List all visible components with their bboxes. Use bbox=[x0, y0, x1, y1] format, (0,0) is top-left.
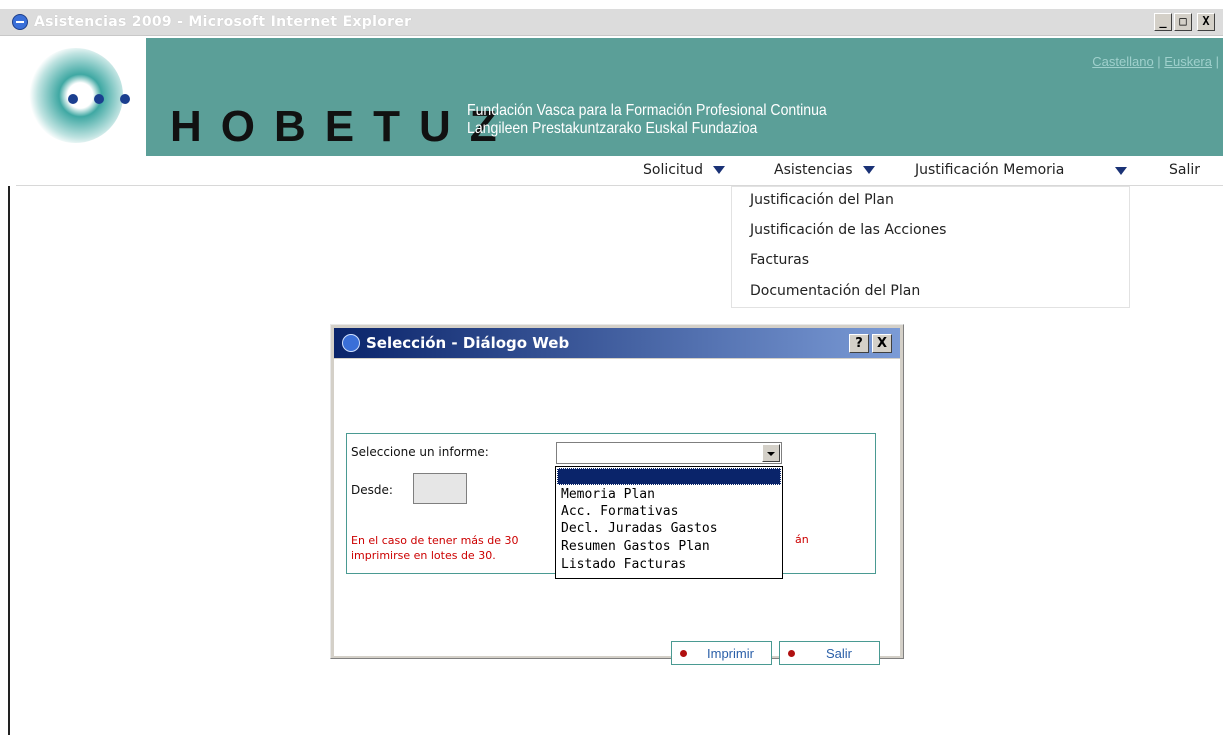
internet-explorer-icon bbox=[12, 14, 28, 30]
print-button[interactable]: Imprimir bbox=[671, 641, 772, 665]
close-dialog-button[interactable]: X bbox=[872, 334, 892, 353]
desde-label: Desde: bbox=[351, 483, 393, 497]
asistencias-submenu: Justificación del Plan Justificación de … bbox=[731, 186, 1130, 308]
dialog-title: Selección - Diálogo Web bbox=[366, 334, 570, 352]
window-titlebar: Asistencias 2009 - Microsoft Internet Ex… bbox=[0, 9, 1223, 36]
bullet-icon bbox=[680, 650, 687, 657]
menu-justificacion-memoria[interactable]: Justificación Memoria bbox=[915, 162, 1064, 178]
desde-input[interactable] bbox=[413, 473, 467, 504]
menu-solicitud[interactable]: Solicitud bbox=[643, 162, 726, 178]
menu-bar: Solicitud Asistencias Justificación Memo… bbox=[16, 156, 1223, 186]
menu-solicitud-label: Solicitud bbox=[643, 162, 704, 178]
select-report-label: Seleccione un informe: bbox=[351, 445, 489, 459]
dropdown-arrow-icon[interactable] bbox=[762, 444, 780, 462]
report-options-list[interactable]: Memoria Plan Acc. Formativas Decl. Jurad… bbox=[555, 466, 783, 579]
submenu-facturas[interactable]: Facturas bbox=[750, 252, 809, 268]
chevron-down-icon bbox=[862, 166, 875, 174]
print-button-label: Imprimir bbox=[707, 646, 754, 661]
page-left-border bbox=[8, 186, 10, 735]
lang-euskera-link[interactable]: Euskera bbox=[1164, 54, 1212, 69]
chevron-down-icon[interactable] bbox=[1115, 167, 1127, 175]
close-window-button[interactable]: X bbox=[1197, 13, 1215, 31]
batch-note-line2: imprimirse en lotes de 30. bbox=[351, 549, 496, 562]
logo bbox=[16, 38, 146, 156]
list-option[interactable]: Memoria Plan bbox=[561, 487, 655, 502]
logo-dot-icon bbox=[68, 94, 78, 104]
lang-separator: | bbox=[1212, 54, 1219, 69]
dialog-titlebar: Selección - Diálogo Web ? X bbox=[334, 328, 900, 358]
logo-dot-icon bbox=[94, 94, 104, 104]
list-option[interactable]: Acc. Formativas bbox=[561, 504, 678, 519]
submenu-justificacion-acciones[interactable]: Justificación de las Acciones bbox=[750, 222, 946, 238]
submenu-justificacion-plan[interactable]: Justificación del Plan bbox=[750, 192, 894, 208]
list-option[interactable]: Decl. Juradas Gastos bbox=[561, 521, 718, 536]
list-option[interactable]: Listado Facturas bbox=[561, 557, 686, 572]
logo-dot-icon bbox=[120, 94, 130, 104]
list-option-empty[interactable] bbox=[557, 468, 781, 485]
batch-note: En el caso de tener más de 30 imprimirse… bbox=[351, 533, 519, 563]
maximize-button[interactable]: □ bbox=[1174, 13, 1192, 31]
batch-note-tail: án bbox=[795, 533, 809, 546]
foundation-name-es: Fundación Vasca para la Formación Profes… bbox=[467, 102, 827, 119]
bullet-icon bbox=[788, 650, 795, 657]
exit-button-label: Salir bbox=[826, 646, 853, 661]
internet-explorer-icon bbox=[342, 334, 360, 352]
submenu-documentacion-plan[interactable]: Documentación del Plan bbox=[750, 283, 920, 299]
exit-button[interactable]: Salir bbox=[779, 641, 880, 665]
chevron-down-icon bbox=[713, 166, 726, 174]
header-banner: Castellano | Euskera | HOBETUZ Fundación… bbox=[16, 38, 1223, 156]
list-option[interactable]: Resumen Gastos Plan bbox=[561, 539, 710, 554]
minimize-button[interactable]: _ bbox=[1154, 13, 1172, 31]
batch-note-line1: En el caso de tener más de 30 bbox=[351, 534, 519, 547]
lang-castellano-link[interactable]: Castellano bbox=[1092, 54, 1153, 69]
menu-asistencias[interactable]: Asistencias bbox=[774, 162, 875, 178]
menu-salir[interactable]: Salir bbox=[1169, 162, 1200, 178]
foundation-name: Fundación Vasca para la Formación Profes… bbox=[467, 102, 827, 138]
window-title: Asistencias 2009 - Microsoft Internet Ex… bbox=[34, 14, 412, 30]
help-button[interactable]: ? bbox=[849, 334, 869, 353]
report-select[interactable] bbox=[556, 442, 782, 464]
lang-separator: | bbox=[1153, 54, 1165, 69]
menu-asistencias-label: Asistencias bbox=[774, 162, 853, 178]
brand-name: HOBETUZ bbox=[170, 102, 516, 151]
foundation-name-eu: Langileen Prestakuntzarako Euskal Fundaz… bbox=[467, 120, 758, 137]
language-links: Castellano | Euskera | bbox=[1092, 54, 1219, 69]
